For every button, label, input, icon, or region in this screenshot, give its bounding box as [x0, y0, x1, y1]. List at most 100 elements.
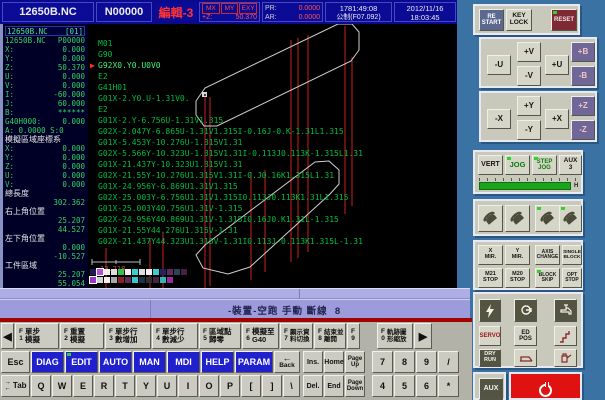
gcode-line[interactable]: G01X-24.956Y-6.869U1.31V1.315 [90, 181, 363, 192]
fkey-f4-button[interactable]: F4 單步行數減少 [152, 323, 198, 349]
gcode-line[interactable]: G02X-21.55Y-10.276U1.315V1.31I-0.J0.16K1… [90, 170, 363, 181]
fkey-f0-button[interactable]: F0 軌跡圖形縮放 [377, 323, 413, 349]
key-param[interactable]: PARAM [235, 351, 273, 373]
axis-change-button[interactable]: AXISCHANGE [535, 245, 560, 265]
key-end[interactable]: End [324, 375, 344, 397]
fkey-f8-button[interactable]: F8 結束並離開 [314, 323, 346, 349]
palette-swatch[interactable] [111, 277, 117, 283]
gcode-line[interactable]: G02X-2.047Y-6.865U-1.31V1.315I-0.16J-0.K… [90, 126, 363, 137]
block-skip-button[interactable]: BLOCKSKIP [535, 268, 560, 288]
key-backslash[interactable]: \ [283, 375, 300, 397]
jog-minus-b-button[interactable]: -B [571, 66, 595, 86]
key-edit[interactable]: EDIT [65, 351, 98, 373]
wire-thread-button-1[interactable]: ☎ [478, 205, 503, 232]
jog-mode-button[interactable]: JOG [505, 155, 530, 175]
palette-swatch[interactable] [153, 277, 159, 283]
gcode-line[interactable]: G02X-25.003Y-6.756U1.31V1.315I0.113J0.11… [90, 192, 363, 203]
palette-swatch[interactable] [97, 277, 103, 283]
opt-stop-button[interactable]: OPTSTOP [562, 268, 582, 288]
key-t[interactable]: T [115, 375, 135, 397]
fkey-f7-button[interactable]: F7 顯示資料切換 [280, 323, 313, 349]
key-home[interactable]: Home [324, 351, 344, 373]
vert-button[interactable]: VERT [478, 155, 503, 175]
palette-swatch[interactable] [132, 269, 138, 275]
gcode-line[interactable]: G02X-24.956Y40.869U1.31V-1.315I0.16J0.K1… [90, 214, 363, 225]
gcode-line[interactable]: E2 [90, 71, 363, 82]
jog-plus-b-button[interactable]: +B [571, 42, 595, 62]
feed-rate-bar[interactable] [479, 182, 571, 190]
key-num-divide[interactable]: / [438, 351, 459, 373]
key-page-up[interactable]: PageUp [345, 351, 365, 373]
palette-swatch[interactable] [153, 269, 159, 275]
jog-minus-x-button[interactable]: -X [487, 109, 511, 129]
jog-plus-v-button[interactable]: +V [517, 42, 541, 62]
palette-swatch[interactable] [132, 277, 138, 283]
key-w[interactable]: W [52, 375, 72, 397]
palette-swatch[interactable] [125, 269, 131, 275]
key-tab[interactable]: →← Tab [1, 375, 30, 397]
key-y[interactable]: Y [136, 375, 156, 397]
wire-thread-button-3[interactable]: ☎ [535, 205, 560, 232]
jog-plus-x-button[interactable]: +X [545, 109, 569, 129]
gcode-line[interactable]: G01X-25.003Y40.756U1.31V-1.315 [90, 203, 363, 214]
servo-button[interactable]: SERVO [479, 326, 501, 346]
gcode-line[interactable]: G01X-2.Y0.U-1.31V0. [90, 93, 363, 104]
key-num-4[interactable]: 4 [372, 375, 393, 397]
gcode-line[interactable]: G01X-21.55Y44.276U1.315V-1.31 [90, 225, 363, 236]
jog-plus-y-button[interactable]: +Y [517, 96, 541, 116]
key-lock-button[interactable]: KEYLOCK [506, 9, 532, 31]
lubrication-button[interactable] [554, 349, 577, 367]
palette-swatch[interactable] [174, 269, 180, 275]
step-cut-button[interactable] [554, 326, 577, 346]
fkey-f5-button[interactable]: F5 區域點歸零 [199, 323, 241, 349]
key-num-6[interactable]: 6 [416, 375, 437, 397]
gcode-line[interactable]: G90 [90, 49, 363, 60]
jog-minus-y-button[interactable]: -Y [517, 120, 541, 140]
key-o[interactable]: O [199, 375, 219, 397]
flushing-water-button[interactable] [554, 299, 577, 322]
wire-feed-button[interactable] [514, 299, 537, 322]
palette-swatch[interactable] [146, 269, 152, 275]
palette-swatch[interactable] [97, 269, 103, 275]
key-help[interactable]: HELP [201, 351, 234, 373]
fkey-f1-button[interactable]: F1 單步模擬 [15, 323, 59, 349]
key-bracket-close[interactable]: ] [262, 375, 282, 397]
palette-swatch[interactable] [104, 269, 110, 275]
palette-swatch[interactable] [181, 269, 187, 275]
key-num-9[interactable]: 9 [416, 351, 437, 373]
key-num-8[interactable]: 8 [394, 351, 415, 373]
key-insert[interactable]: Ins. [303, 351, 323, 373]
fkey-page-left-button[interactable]: ◀ [1, 323, 14, 349]
key-e[interactable]: E [73, 375, 93, 397]
gcode-line[interactable]: G02X-5.566Y-10.323U-1.315V1.31I-0.113J0.… [90, 148, 363, 159]
gcode-line[interactable]: G02X-21.437Y44.323U1.315V-1.31I0.113J-0.… [90, 236, 363, 247]
key-num-multiply[interactable]: * [438, 375, 459, 397]
fkey-page-right-button[interactable]: ▶ [414, 323, 432, 349]
palette-swatch[interactable] [118, 277, 124, 283]
y-mirror-button[interactable]: YMIR. [505, 245, 530, 265]
fkey-f2-button[interactable]: F2 重置模擬 [60, 323, 104, 349]
emergency-stop-button[interactable] [509, 372, 582, 400]
key-bracket-open[interactable]: [ [241, 375, 261, 397]
jog-minus-v-button[interactable]: -V [517, 66, 541, 86]
palette-swatch[interactable] [90, 269, 96, 275]
jog-minus-u-button[interactable]: -U [487, 55, 511, 75]
key-num-7[interactable]: 7 [372, 351, 393, 373]
palette-swatch[interactable] [160, 269, 166, 275]
reset-button[interactable]: RESET [551, 9, 577, 31]
key-i[interactable]: I [178, 375, 198, 397]
key-delete[interactable]: Del. [303, 375, 323, 397]
x-mirror-button[interactable]: XMIR. [478, 245, 503, 265]
key-mdi[interactable]: MDI [167, 351, 200, 373]
palette-swatch[interactable] [104, 277, 110, 283]
aux3-button[interactable]: AUX3 [559, 155, 582, 175]
key-man[interactable]: MAN [133, 351, 166, 373]
table-level-button[interactable] [514, 349, 537, 367]
wire-thread-button-2[interactable]: ☎ [505, 205, 530, 232]
key-u[interactable]: U [157, 375, 177, 397]
palette-swatch[interactable] [139, 277, 145, 283]
gcode-line[interactable]: E2 [90, 104, 363, 115]
fkey-f9-button[interactable]: F9 [347, 323, 360, 349]
single-block-button[interactable]: SINGLEBLOCK [562, 245, 582, 265]
fkey-f6-button[interactable]: F6 模擬至G40 [242, 323, 279, 349]
